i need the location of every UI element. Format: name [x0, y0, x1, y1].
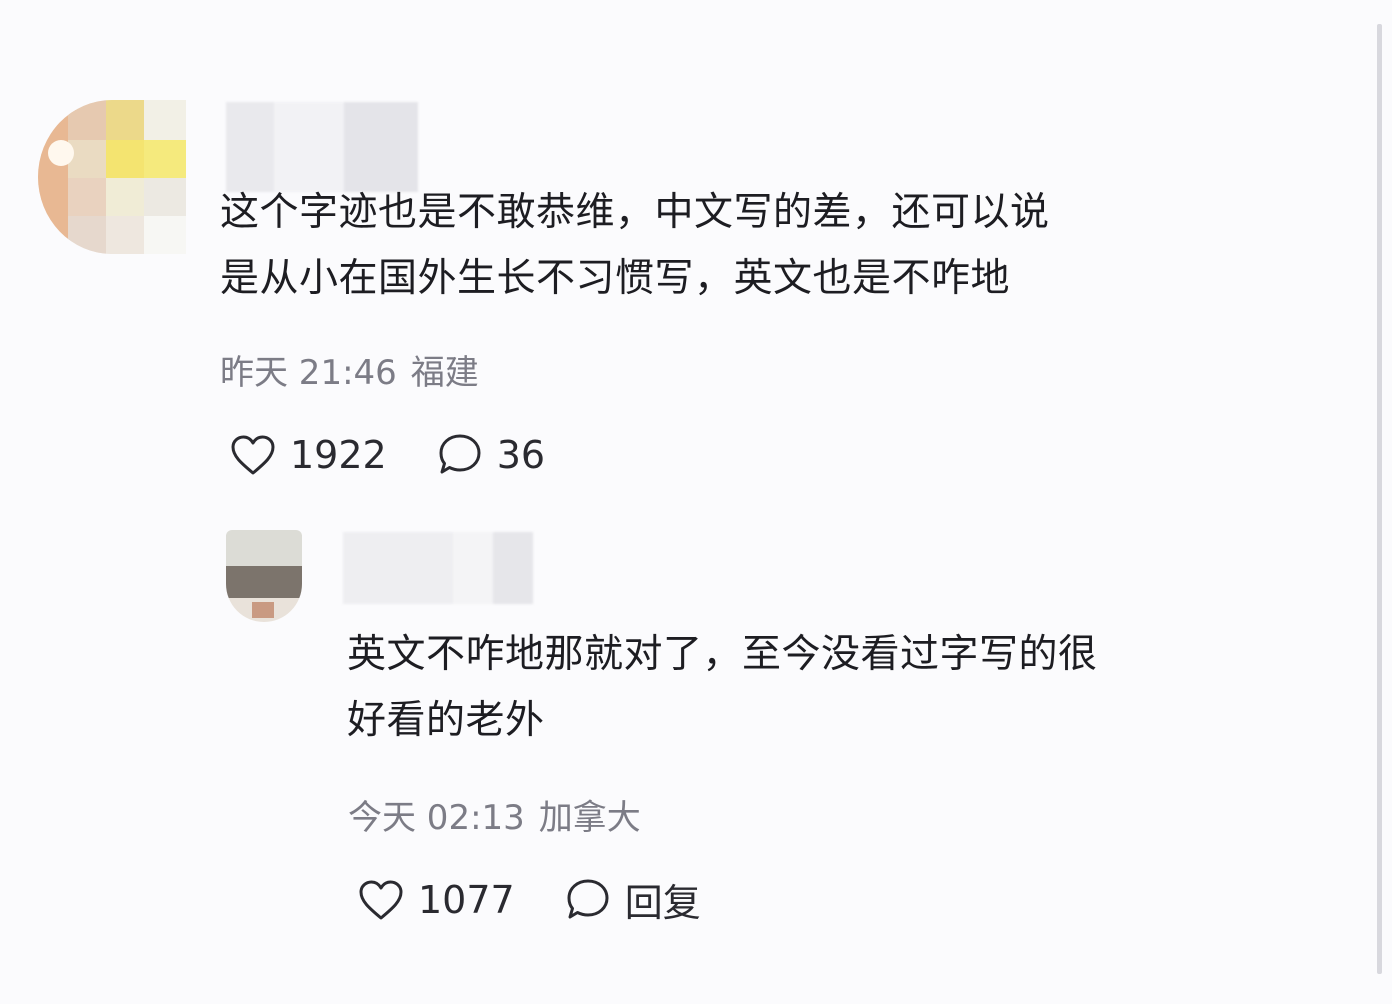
like-button[interactable]: 1922 [230, 433, 387, 477]
reply-button[interactable]: 回复 [565, 872, 701, 927]
avatar[interactable] [38, 100, 186, 254]
comment-bubble-icon [567, 879, 609, 918]
reply-count: 36 [496, 433, 546, 477]
username-redacted[interactable] [343, 532, 533, 604]
heart-icon [359, 880, 403, 919]
page-edge [1377, 24, 1382, 974]
comment-meta: 今天 02:13 加拿大 [348, 790, 641, 839]
like-button[interactable]: 1077 [358, 878, 515, 922]
comment-time: 今天 02:13 [348, 798, 525, 838]
comment-meta: 昨天 21:46 福建 [220, 345, 479, 394]
comment-text: 这个字迹也是不敢恭维，中文写的差，还可以说 是从小在国外生长不习惯写，英文也是不… [220, 190, 1050, 301]
comment-bubble-icon [439, 434, 481, 474]
username-redacted[interactable] [226, 102, 418, 192]
like-count: 1077 [418, 877, 515, 922]
comment-actions: 1077 回复 [358, 872, 701, 927]
comment-location: 福建 [410, 353, 479, 393]
reply-label: 回复 [624, 881, 701, 925]
reply-button[interactable]: 36 [437, 432, 545, 478]
like-count: 1922 [290, 433, 387, 477]
avatar[interactable] [226, 530, 302, 622]
heart-icon [231, 435, 275, 475]
comment-time: 昨天 21:46 [220, 353, 397, 393]
comment-location: 加拿大 [538, 798, 641, 838]
comment-actions: 1922 36 [230, 432, 545, 478]
comment-text: 英文不咋地那就对了，至今没看过字写的很 好看的老外 [347, 632, 1098, 743]
